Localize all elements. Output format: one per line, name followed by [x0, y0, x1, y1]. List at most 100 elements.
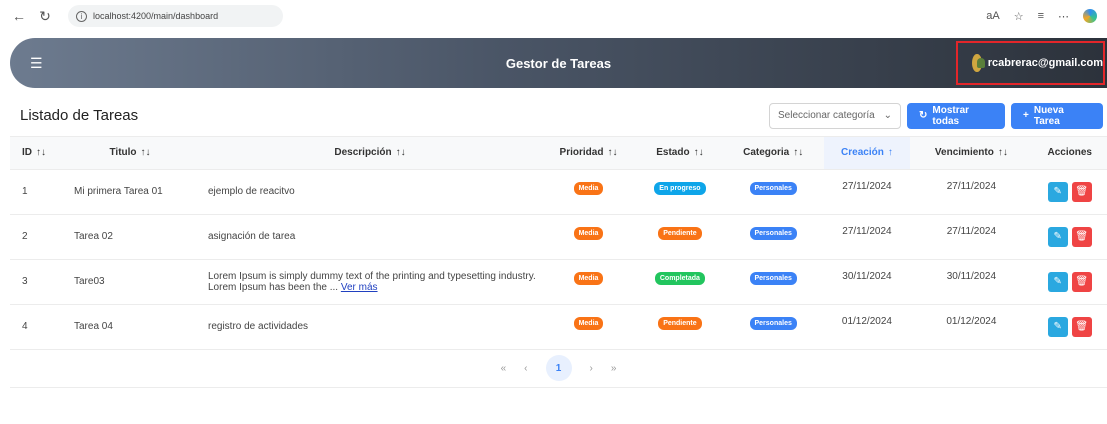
category-badge: Personales — [749, 226, 797, 240]
column-header-due[interactable]: Vencimiento ↑↓ — [910, 137, 1033, 170]
back-arrow-icon[interactable]: ← — [10, 8, 28, 24]
favorites-list-icon[interactable]: ≡ — [1038, 10, 1044, 22]
table-row: 2 Tarea 02 asignación de tarea Media Pen… — [10, 214, 1107, 260]
show-all-button[interactable]: ↻ Mostrar todas — [907, 102, 1005, 129]
refresh-icon: ↻ — [919, 110, 928, 121]
cell-actions: ✎ 🗑 — [1032, 214, 1107, 260]
favorite-star-icon[interactable]: ☆ — [1014, 10, 1024, 23]
description-text: registro de actividades — [208, 321, 309, 332]
column-header-title[interactable]: Titulo ↑↓ — [60, 137, 200, 170]
sort-icon: ↑↓ — [36, 147, 46, 159]
address-bar[interactable]: i localhost:4200/main/dashboard — [68, 5, 283, 27]
info-icon[interactable]: i — [76, 10, 87, 22]
user-menu[interactable]: rcabrerac@gmail.com — [956, 41, 1105, 85]
column-label: Creación — [841, 147, 884, 159]
app-title: Gestor de Tareas — [505, 55, 612, 71]
pagination: « ‹ 1 › » — [10, 350, 1107, 388]
cell-priority: Media — [540, 214, 637, 260]
task-table: ID ↑↓ Titulo ↑↓ Descripción ↑↓ Prioridad ↑↓ … — [10, 137, 1107, 350]
cell-title: Tarea 04 — [60, 304, 200, 350]
url-text: localhost:4200/main/dashboard — [93, 11, 219, 21]
edit-pencil-icon[interactable]: ✎ — [1047, 271, 1068, 292]
cell-category: Personales — [722, 259, 824, 305]
cell-description: ejemplo de reacitvo — [200, 169, 540, 215]
sort-asc-icon: ↑ — [887, 147, 893, 159]
prev-page-button[interactable]: ‹ — [524, 363, 527, 374]
column-label: Titulo — [109, 147, 137, 159]
cell-status: Completada — [637, 259, 723, 305]
copilot-icon[interactable] — [1083, 9, 1097, 23]
chevron-down-icon: ⌄ — [883, 110, 892, 121]
description-text: ejemplo de reacitvo — [208, 186, 295, 197]
table-row: 1 Mi primera Tarea 01 ejemplo de reacitv… — [10, 169, 1107, 215]
cell-category: Personales — [722, 304, 824, 350]
reload-icon[interactable]: ↻ — [36, 8, 54, 25]
column-header-priority[interactable]: Prioridad ↑↓ — [540, 137, 637, 170]
cell-description: asignación de tarea — [200, 214, 540, 260]
column-label: Estado — [656, 147, 690, 159]
first-page-button[interactable]: « — [501, 363, 507, 374]
cell-due: 27/11/2024 — [910, 214, 1033, 260]
toolbar-actions: Seleccionar categoría ⌄ ↻ Mostrar todas … — [769, 102, 1107, 129]
column-header-description[interactable]: Descripción ↑↓ — [200, 137, 540, 170]
plus-icon: + — [1023, 110, 1029, 121]
sort-icon: ↑↓ — [693, 147, 704, 159]
category-select-placeholder: Seleccionar categoría — [778, 110, 875, 121]
cell-id: 3 — [10, 259, 60, 305]
cell-priority: Media — [540, 259, 637, 305]
cell-description: Lorem Ipsum is simply dummy text of the … — [200, 259, 540, 305]
last-page-button[interactable]: » — [611, 363, 617, 374]
column-label: ID — [22, 147, 32, 159]
column-header-id[interactable]: ID ↑↓ — [10, 137, 60, 170]
cell-actions: ✎ 🗑 — [1032, 169, 1107, 215]
delete-trash-icon[interactable]: 🗑 — [1071, 316, 1092, 337]
column-header-status[interactable]: Estado ↑↓ — [637, 137, 723, 170]
cell-created: 27/11/2024 — [823, 214, 911, 260]
page-1-button[interactable]: 1 — [545, 355, 572, 381]
cell-priority: Media — [540, 169, 637, 215]
status-badge: Pendiente — [658, 316, 702, 330]
sort-icon: ↑↓ — [607, 147, 618, 159]
cell-due: 01/12/2024 — [910, 304, 1033, 350]
read-aloud-icon[interactable]: aA — [986, 10, 999, 22]
sort-icon: ↑↓ — [793, 147, 804, 159]
cell-created: 27/11/2024 — [823, 169, 911, 215]
category-select[interactable]: Seleccionar categoría ⌄ — [769, 102, 901, 129]
browser-toolbar: ← ↻ i localhost:4200/main/dashboard aA ☆… — [0, 0, 1107, 32]
column-label: Categoria — [743, 147, 790, 159]
app-header: ☰ Gestor de Tareas rcabrerac@gmail.com — [10, 38, 1107, 88]
column-label: Prioridad — [559, 147, 604, 159]
priority-badge: Media — [573, 316, 604, 330]
column-header-created[interactable]: Creación ↑ — [823, 137, 911, 170]
delete-trash-icon[interactable]: 🗑 — [1071, 271, 1092, 292]
hamburger-menu-icon[interactable]: ☰ — [10, 55, 50, 72]
new-task-label: Nueva Tarea — [1033, 104, 1064, 127]
cell-category: Personales — [722, 214, 824, 260]
task-list-card: Listado de Tareas Seleccionar categoría … — [10, 95, 1107, 390]
more-menu-icon[interactable]: ⋯ — [1058, 10, 1069, 23]
see-more-link[interactable]: Ver más — [341, 282, 378, 293]
show-all-label: Mostrar todas — [932, 104, 970, 127]
description-text: asignación de tarea — [208, 231, 296, 242]
cell-created: 01/12/2024 — [823, 304, 911, 350]
edit-pencil-icon[interactable]: ✎ — [1047, 226, 1068, 247]
next-page-button[interactable]: › — [590, 363, 593, 374]
cell-title: Mi primera Tarea 01 — [60, 169, 200, 215]
column-label: Descripción — [334, 147, 392, 159]
column-header-category[interactable]: Categoria ↑↓ — [722, 137, 824, 170]
cell-created: 30/11/2024 — [823, 259, 911, 305]
cell-status: En progreso — [637, 169, 723, 215]
status-badge: En progreso — [654, 181, 706, 195]
new-task-button[interactable]: + Nueva Tarea — [1011, 102, 1103, 129]
delete-trash-icon[interactable]: 🗑 — [1071, 226, 1092, 247]
cell-id: 2 — [10, 214, 60, 260]
cell-id: 1 — [10, 169, 60, 215]
cell-actions: ✎ 🗑 — [1032, 304, 1107, 350]
edit-pencil-icon[interactable]: ✎ — [1047, 316, 1068, 337]
sort-icon: ↑↓ — [997, 147, 1008, 159]
cell-due: 30/11/2024 — [910, 259, 1033, 305]
edit-pencil-icon[interactable]: ✎ — [1047, 181, 1068, 202]
sort-icon: ↑↓ — [140, 147, 151, 159]
delete-trash-icon[interactable]: 🗑 — [1071, 181, 1092, 202]
cell-description: registro de actividades — [200, 304, 540, 350]
